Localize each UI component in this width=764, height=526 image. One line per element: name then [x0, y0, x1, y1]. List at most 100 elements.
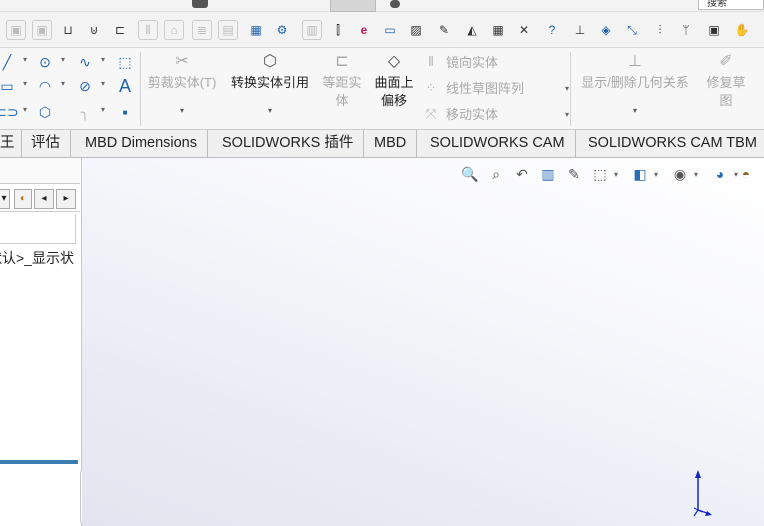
arc-icon[interactable]: ◠ — [34, 76, 65, 96]
rebuild-icon[interactable] — [390, 0, 400, 8]
ribbon-separator-2 — [570, 52, 571, 126]
repair-sketch-button[interactable]: ✐ 修复草 图 — [700, 52, 752, 110]
panel-header — [0, 158, 80, 184]
polygon-slot-icon[interactable]: ⊂⊃ — [0, 102, 27, 122]
polygon-icon[interactable]: ⬡ — [34, 102, 56, 122]
apply-scene-icon[interactable]: ◓ — [736, 164, 756, 184]
fillet-icon[interactable]: ╮ — [74, 102, 105, 122]
view-orientation-icon[interactable]: ⬚ — [590, 164, 618, 185]
panel-splitter[interactable] — [0, 460, 78, 464]
toolbar-icon-8[interactable]: ≣ — [192, 20, 212, 40]
toolbar-icon-3[interactable]: ⊔ — [58, 20, 78, 40]
save-icon[interactable] — [192, 0, 208, 8]
tab-evaluate[interactable]: 评估 — [21, 130, 71, 158]
toolbar-icon-22[interactable]: ⊥ — [570, 20, 590, 40]
help-search-label: 搜索 — [707, 0, 727, 9]
toolbar-icon-21[interactable]: ? — [542, 20, 562, 40]
spline-icon[interactable]: ∿ — [74, 52, 105, 72]
move-entities-button[interactable]: ⤧ 移动实体 — [422, 104, 498, 123]
filter-box[interactable] — [0, 214, 76, 244]
toolbar-icon-20[interactable]: ✕ — [514, 20, 534, 40]
help-search-box[interactable]: 搜索 — [698, 0, 764, 10]
convert-dropdown-arrow[interactable]: ▾ — [224, 106, 316, 116]
ribbon-separator — [140, 52, 141, 126]
mirror-entities-button[interactable]: ⫴ 镜向实体 — [422, 52, 498, 71]
panel-dropdown-icon[interactable]: ▾ — [0, 189, 10, 209]
toolbar-icon-12[interactable]: ▥ — [302, 20, 322, 40]
toolbar-icon-11[interactable]: ⚙ — [272, 20, 292, 40]
offset-surface-icon: ◇ — [387, 53, 401, 70]
convert-entities-button[interactable]: ⬡ 转换实体引用 ▾ — [224, 52, 316, 116]
trim-dropdown-arrow[interactable]: ▾ — [144, 106, 220, 116]
toolbar-icon-1[interactable]: ▣ — [6, 20, 26, 40]
command-manager-tabs: 王 评估 MBD Dimensions SOLIDWORKS 插件 MBD SO… — [0, 130, 764, 158]
display-delete-relations-button[interactable]: ⊥ 显示/删除几何关系 ▾ — [574, 52, 696, 116]
ellipse-icon[interactable]: ⊘ — [74, 76, 105, 96]
toolbar-icon-24[interactable]: ⤡ — [622, 20, 642, 40]
toolbar-icon-7[interactable]: ⌂ — [164, 20, 184, 40]
standard-toolbar: ▣ ▣ ⊔ ⊍ ⊏ ⫴ ⌂ ≣ ▤ ▦ ⚙ ▥ ⫿ e ▭ ▨ ✎ ◭ ▦ ✕ … — [0, 12, 764, 48]
text-icon[interactable]: A — [114, 76, 136, 96]
linear-pattern-button[interactable]: ⁘ 线性草图阵列 — [422, 78, 524, 97]
top-toolbar-strip: 搜索 — [0, 0, 764, 12]
tab-mbd[interactable]: MBD — [364, 130, 418, 158]
toolbar-icon-10[interactable]: ▦ — [246, 20, 266, 40]
relations-icon: ⊥ — [628, 53, 642, 70]
repair-label-2: 图 — [719, 93, 733, 108]
trim-icon: ✂ — [175, 53, 189, 70]
previous-view-icon[interactable]: ↶ — [512, 164, 532, 184]
tab-partial[interactable]: 王 — [0, 130, 22, 158]
scroll-left-icon[interactable]: ◂ — [34, 189, 54, 209]
offset-label: 等距实体 — [322, 75, 362, 108]
offset-icon: ⊏ — [335, 53, 349, 70]
toolbar-icon-26[interactable]: ᛘ — [676, 20, 696, 40]
toolbar-icon-25[interactable]: ⫶ — [650, 20, 670, 40]
line-icon[interactable]: ╱ — [0, 52, 27, 72]
offset-entities-button[interactable]: ⊏ 等距实体 — [318, 52, 366, 110]
tab-mbd-dimensions[interactable]: MBD Dimensions — [75, 130, 208, 158]
convert-label: 转换实体引用 — [230, 75, 309, 90]
toolbar-icon-4[interactable]: ⊍ — [84, 20, 104, 40]
point-icon[interactable]: ■ — [114, 102, 136, 122]
dynamic-annotation-icon[interactable]: ✎ — [564, 164, 584, 184]
offset-on-surface-button[interactable]: ◇ 曲面上 偏移 — [368, 52, 420, 110]
toolbar-icon-15[interactable]: ▭ — [380, 20, 400, 40]
zoom-to-fit-icon[interactable]: 🔍 — [460, 164, 480, 184]
toolbar-icon-13[interactable]: ⫿ — [328, 20, 348, 40]
hide-show-icon[interactable]: ◉ — [670, 164, 698, 185]
toolbar-icon-9[interactable]: ▤ — [218, 20, 238, 40]
toolbar-icon-5[interactable]: ⊏ — [110, 20, 130, 40]
toolbar-icon-27[interactable]: ▣ — [704, 20, 724, 40]
toolbar-icon-16[interactable]: ▨ — [406, 20, 426, 40]
tab-solidworks-addins[interactable]: SOLIDWORKS 插件 — [212, 130, 365, 158]
toolbar-icon-14[interactable]: e — [354, 20, 374, 40]
coordinate-triad — [693, 470, 712, 517]
scroll-right-icon[interactable]: ▸ — [56, 189, 76, 209]
trim-entities-button[interactable]: ✂ 剪裁实体(T) ▾ — [144, 52, 220, 116]
select-button[interactable] — [330, 0, 376, 12]
offset-surface-label-1: 曲面上 — [374, 75, 414, 90]
toolbar-icon-28[interactable]: ✋ — [732, 20, 752, 40]
toolbar-icon-6[interactable]: ⫴ — [138, 20, 158, 40]
edit-appearance-icon[interactable]: ◕ — [710, 164, 738, 185]
circle-icon[interactable]: ⊙ — [34, 52, 65, 72]
appearance-tab-icon[interactable]: ◐ — [14, 189, 32, 209]
toolbar-icon-2[interactable]: ▣ — [32, 20, 52, 40]
toolbar-icon-19[interactable]: ▦ — [488, 20, 508, 40]
section-view-icon[interactable]: ▥ — [538, 164, 558, 184]
slot-icon[interactable]: ▭ — [0, 76, 27, 96]
offset-surface-label-2: 偏移 — [380, 93, 407, 108]
relations-dropdown-arrow[interactable]: ▾ — [574, 106, 696, 116]
tab-solidworks-cam[interactable]: SOLIDWORKS CAM — [420, 130, 576, 158]
toolbar-icon-17[interactable]: ✎ — [434, 20, 454, 40]
graphics-area[interactable]: 🔍 ⌕ ↶ ▥ ✎ ⬚ ◧ ◉ ◕ ◓ — [82, 158, 764, 526]
rectangle-icon[interactable]: ⬚ — [114, 52, 136, 72]
zoom-to-area-icon[interactable]: ⌕ — [486, 164, 506, 184]
tab-solidworks-cam-tbm[interactable]: SOLIDWORKS CAM TBM — [578, 130, 764, 158]
repair-icon: ✐ — [719, 53, 733, 70]
display-style-icon[interactable]: ◧ — [630, 164, 658, 185]
move-label: 移动实体 — [446, 107, 499, 122]
toolbar-icon-23[interactable]: ◈ — [596, 20, 616, 40]
configuration-label: 默认>_显示状 — [0, 250, 74, 266]
toolbar-icon-18[interactable]: ◭ — [462, 20, 482, 40]
